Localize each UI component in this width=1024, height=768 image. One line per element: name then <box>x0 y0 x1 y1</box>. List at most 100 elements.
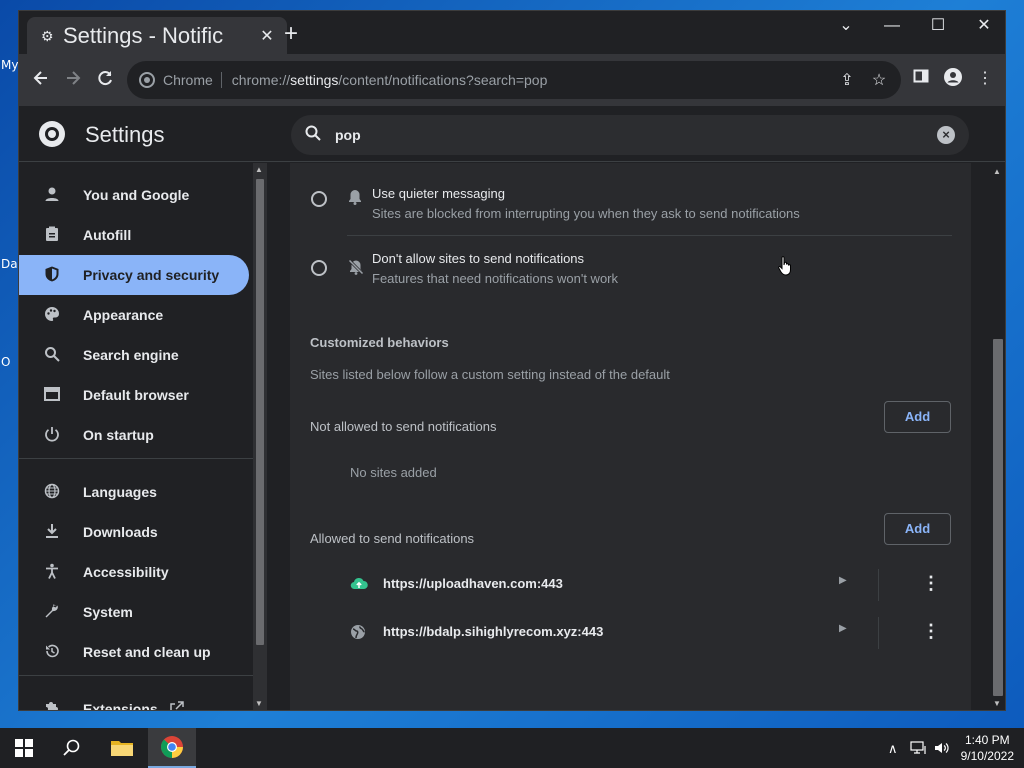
side-panel-icon[interactable] <box>909 68 933 89</box>
puzzle-icon <box>43 700 61 710</box>
content-scrollbar-thumb[interactable] <box>993 339 1003 696</box>
power-icon <box>43 426 61 444</box>
sidebar-item-privacy-and-security[interactable]: Privacy and security <box>19 255 249 295</box>
site-url[interactable]: https://uploadhaven.com:443 <box>383 576 563 591</box>
share-icon[interactable]: ⇪ <box>837 70 857 90</box>
radio-quieter-messaging[interactable] <box>311 191 327 207</box>
globe-icon <box>43 483 61 501</box>
sidebar-divider <box>19 675 253 676</box>
tab-settings[interactable]: ⚙ Settings - Notific ✕ <box>27 17 287 54</box>
sidebar-item-on-startup[interactable]: On startup <box>19 415 249 455</box>
taskbar-search-button[interactable] <box>48 728 96 768</box>
sidebar-item-appearance[interactable]: Appearance <box>19 295 249 335</box>
person-icon <box>43 186 61 204</box>
cloud-upload-icon <box>350 576 368 592</box>
profile-icon[interactable] <box>941 68 965 91</box>
site-row[interactable]: https://bdalp.sihighlyrecom.xyz:443 ▶ ⋮ <box>290 609 971 657</box>
chevron-up-icon[interactable]: ∧ <box>888 741 898 757</box>
minimize-button[interactable]: — <box>869 11 915 41</box>
sidebar-item-accessibility[interactable]: Accessibility <box>19 552 249 592</box>
sidebar-divider <box>19 458 253 459</box>
sidebar-item-reset-and-clean-up[interactable]: Reset and clean up <box>19 632 249 672</box>
reload-icon <box>98 71 112 86</box>
site-row[interactable]: https://uploadhaven.com:443 ▶ ⋮ <box>290 561 971 609</box>
forward-button[interactable] <box>61 68 85 92</box>
history-icon <box>43 643 61 661</box>
desktop-icon-label[interactable]: My <box>1 58 18 72</box>
windows-logo-icon <box>15 739 33 757</box>
arrow-right-icon <box>67 71 81 85</box>
new-tab-button[interactable]: + <box>279 22 303 47</box>
sidebar-scrollbar-thumb[interactable] <box>256 179 264 645</box>
sidebar-item-search-engine[interactable]: Search engine <box>19 335 249 375</box>
search-query[interactable]: pop <box>335 127 361 143</box>
browser-toolbar: Chrome chrome://settings/content/notific… <box>19 54 1005 106</box>
scroll-up-arrow-icon[interactable]: ▲ <box>993 167 1001 176</box>
add-not-allowed-button[interactable]: Add <box>884 401 951 433</box>
tab-search-button[interactable]: ⌄ <box>823 11 869 41</box>
chrome-logo-icon <box>39 121 65 147</box>
divider <box>878 569 879 601</box>
desktop-icon-label[interactable]: Da <box>1 257 18 271</box>
sidebar-item-downloads[interactable]: Downloads <box>19 512 249 552</box>
external-link-icon <box>169 700 184 710</box>
address-bar[interactable]: Chrome chrome://settings/content/notific… <box>127 61 901 99</box>
sidebar-item-label: Appearance <box>83 307 164 323</box>
sidebar-item-system[interactable]: System <box>19 592 249 632</box>
maximize-button[interactable]: ☐ <box>915 11 961 41</box>
url-text[interactable]: chrome://settings/content/notifications?… <box>232 72 548 88</box>
option-title: Use quieter messaging <box>372 186 505 201</box>
network-icon[interactable] <box>910 741 928 758</box>
search-icon <box>305 125 321 146</box>
no-sites-text: No sites added <box>350 465 437 480</box>
arrow-right-icon[interactable]: ▶ <box>839 623 847 634</box>
chrome-site-icon[interactable] <box>139 72 155 88</box>
url-scheme: chrome:// <box>231 72 291 88</box>
settings-header: Settings pop × <box>19 106 1005 162</box>
not-allowed-heading: Not allowed to send notifications <box>310 419 497 434</box>
kebab-menu-icon[interactable]: ⋮ <box>973 68 997 88</box>
sidebar-item-you-and-google[interactable]: You and Google <box>19 175 249 215</box>
wrench-icon <box>43 603 61 621</box>
desktop-icon-label[interactable]: O <box>1 355 10 369</box>
clear-search-icon[interactable]: × <box>937 126 955 144</box>
tab-close-button[interactable]: ✕ <box>257 26 277 46</box>
chrome-taskbar-button[interactable] <box>148 728 196 768</box>
file-explorer-button[interactable] <box>98 728 146 768</box>
sidebar-item-default-browser[interactable]: Default browser <box>19 375 249 415</box>
option-subtitle: Sites are blocked from interrupting you … <box>372 206 800 221</box>
scroll-up-arrow-icon[interactable]: ▲ <box>255 165 263 174</box>
sidebar-scrollbar[interactable]: ▲ ▼ <box>253 163 267 710</box>
settings-search-input[interactable]: pop × <box>291 115 969 155</box>
scroll-down-arrow-icon[interactable]: ▼ <box>255 699 263 708</box>
divider <box>347 235 952 236</box>
close-window-button[interactable]: ✕ <box>961 11 1005 41</box>
radio-dont-allow-notifications[interactable] <box>311 260 327 276</box>
back-button[interactable] <box>29 68 53 92</box>
sidebar-item-languages[interactable]: Languages <box>19 472 249 512</box>
tab-title: Settings - Notific <box>63 22 224 48</box>
system-clock[interactable]: 1:40 PM 9/10/2022 <box>961 732 1014 764</box>
more-actions-icon[interactable]: ⋮ <box>922 573 940 593</box>
tab-strip: ⚙ Settings - Notific ✕ + ⌄ — ☐ ✕ <box>19 11 1005 54</box>
reload-button[interactable] <box>93 68 117 92</box>
volume-icon[interactable] <box>934 741 950 758</box>
site-url[interactable]: https://bdalp.sihighlyrecom.xyz:443 <box>383 624 603 639</box>
start-button[interactable] <box>0 728 48 768</box>
sidebar-item-autofill[interactable]: Autofill <box>19 215 249 255</box>
content-scrollbar[interactable]: ▲ ▼ <box>989 163 1005 710</box>
settings-sidebar: You and Google Autofill Privacy and secu… <box>19 163 269 710</box>
bookmark-star-icon[interactable]: ☆ <box>869 70 889 90</box>
add-allowed-button[interactable]: Add <box>884 513 951 545</box>
site-chip-label[interactable]: Chrome <box>163 72 222 88</box>
sidebar-item-label: Privacy and security <box>83 267 220 283</box>
arrow-right-icon[interactable]: ▶ <box>839 575 847 586</box>
hand-cursor-icon <box>778 256 791 276</box>
download-icon <box>43 523 61 541</box>
folder-icon <box>111 741 133 756</box>
more-actions-icon[interactable]: ⋮ <box>922 621 940 641</box>
url-host: settings <box>290 72 339 88</box>
browser-icon <box>43 386 61 404</box>
scroll-down-arrow-icon[interactable]: ▼ <box>993 699 1001 708</box>
sidebar-item-extensions[interactable]: Extensions <box>19 689 249 710</box>
